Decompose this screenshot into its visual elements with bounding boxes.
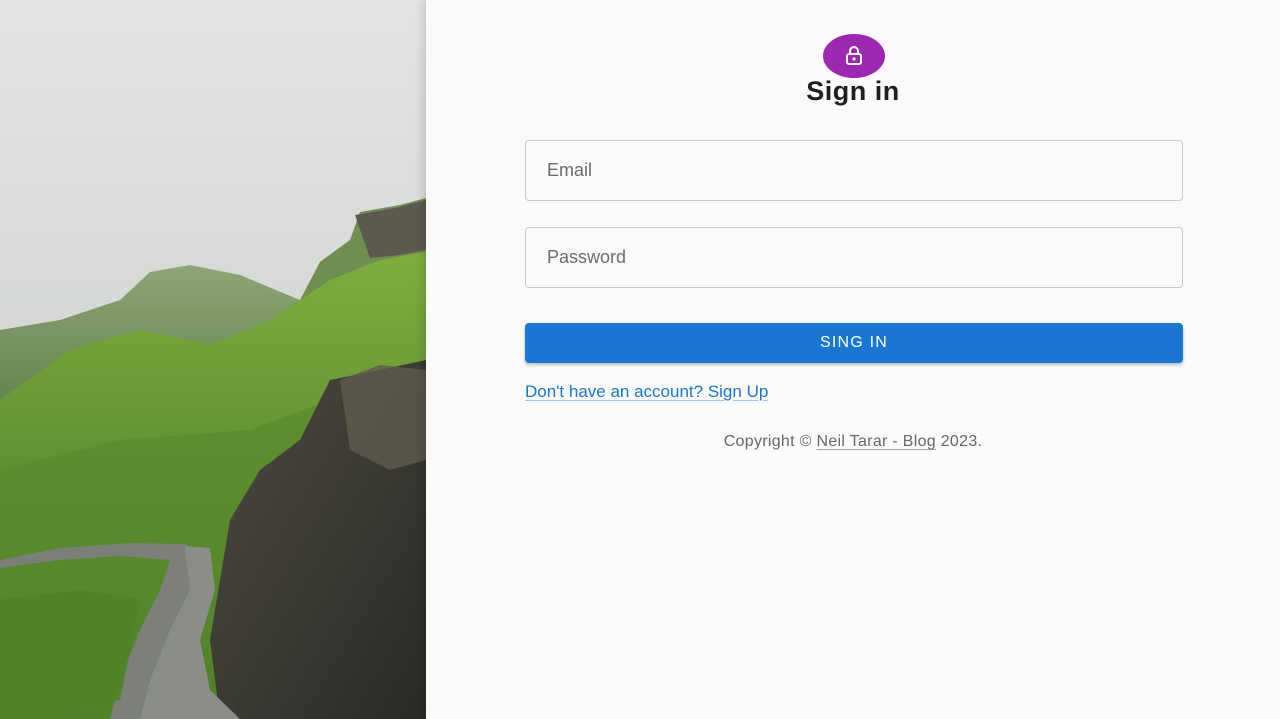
sign-in-button[interactable]: SING IN (525, 323, 1183, 363)
page-title: Sign in (806, 76, 900, 106)
blog-link[interactable]: Neil Tarar - Blog (816, 433, 936, 450)
lock-icon (846, 46, 862, 65)
lock-avatar (823, 34, 885, 78)
hero-landscape-image (0, 0, 426, 719)
copyright-prefix: Copyright © (723, 433, 817, 450)
email-field[interactable] (526, 141, 1182, 200)
copyright-text: Copyright © Neil Tarar - Blog 2023. (426, 433, 1280, 451)
password-field-container (525, 227, 1183, 288)
sign-up-link[interactable]: Don't have an account? Sign Up (525, 382, 768, 402)
copyright-suffix: 2023. (935, 433, 983, 450)
email-field-container (525, 140, 1183, 201)
sign-in-page: Sign in SING IN Don't have an account? S… (0, 0, 1280, 719)
sign-in-panel: Sign in SING IN Don't have an account? S… (426, 0, 1280, 719)
landscape-illustration (0, 0, 426, 719)
password-field[interactable] (526, 228, 1182, 287)
